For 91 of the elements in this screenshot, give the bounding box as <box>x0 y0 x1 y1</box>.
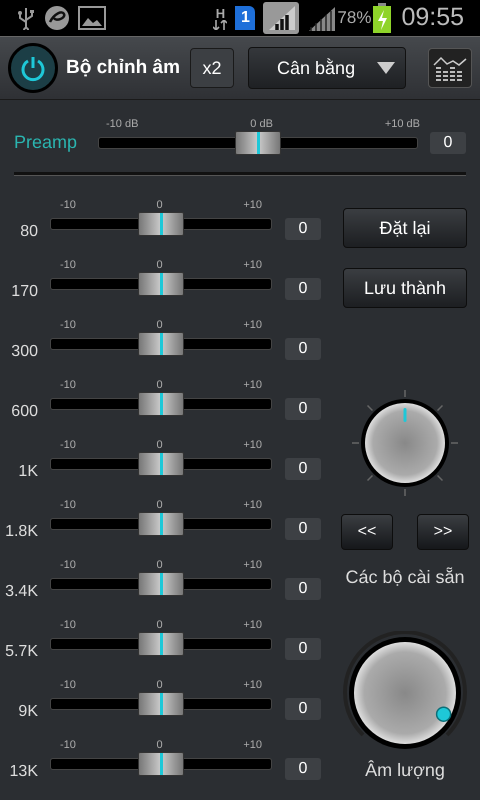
band-frequency: 1.8K <box>4 522 38 542</box>
scale-label: 0 <box>156 498 163 513</box>
scale-label: -10 <box>60 318 76 333</box>
scale-label: +10 <box>243 258 262 273</box>
slider-thumb[interactable] <box>138 452 184 476</box>
value-display: 0 <box>285 338 321 360</box>
scale-label: +10 <box>243 738 262 753</box>
preset-dropdown[interactable]: Cân bằng <box>248 47 406 89</box>
value-display: 0 <box>285 278 321 300</box>
scale-label: +10 dB <box>384 116 420 132</box>
scale-label: 0 <box>156 318 163 333</box>
preset-knob[interactable] <box>350 388 460 498</box>
signal-icon <box>263 2 300 34</box>
previous-preset-button[interactable]: << <box>341 514 393 550</box>
scale-label: 0 <box>156 198 163 213</box>
scale-label: -10 <box>60 438 76 453</box>
scale-label: -10 <box>60 378 76 393</box>
power-button[interactable] <box>8 43 58 93</box>
reset-button[interactable]: Đặt lại <box>343 208 467 248</box>
value-display: 0 <box>285 758 321 780</box>
band-frequency: 300 <box>10 342 38 362</box>
band-frequency: 5.7K <box>4 642 38 662</box>
usb-icon <box>16 6 36 30</box>
slider-thumb[interactable] <box>235 131 281 155</box>
slider-thumb[interactable] <box>138 272 184 296</box>
save-as-button[interactable]: Lưu thành <box>343 268 467 308</box>
graph-button[interactable] <box>428 48 472 88</box>
scale-label: +10 <box>243 198 262 213</box>
band-frequency: 80 <box>19 222 38 242</box>
slider-thumb[interactable] <box>138 752 184 776</box>
app-title: Bộ chỉnh âm <box>66 56 180 80</box>
scale-label: 0 <box>156 438 163 453</box>
preamp-label: Preamp <box>14 130 78 154</box>
slider-thumb[interactable] <box>138 692 184 716</box>
band-frequency: 170 <box>10 282 38 302</box>
scale-label: 0 <box>156 258 163 273</box>
scale-label: -10 <box>60 558 76 573</box>
scale-label: -10 <box>60 498 76 513</box>
clock: 09:55 <box>401 2 464 34</box>
scale-label: +10 <box>243 498 262 513</box>
value-display: 0 <box>285 638 321 660</box>
battery-percent: 78% <box>337 7 372 30</box>
band-frequency: 9K <box>17 702 38 722</box>
volume-label: Âm lượng <box>365 759 445 782</box>
scale-label: +10 <box>243 318 262 333</box>
scale-label: 0 <box>156 558 163 573</box>
sim-badge: 1 <box>235 6 256 30</box>
signal-icon <box>307 5 338 31</box>
swirl-icon <box>44 5 70 31</box>
value-display: 0 <box>430 132 466 154</box>
value-display: 0 <box>285 218 321 240</box>
scale-label: 0 <box>156 678 163 693</box>
network-type: H <box>216 6 226 20</box>
slider-thumb[interactable] <box>138 392 184 416</box>
scale-label: +10 <box>243 378 262 393</box>
scale-label: +10 <box>243 438 262 453</box>
value-display: 0 <box>285 578 321 600</box>
band-frequency: 600 <box>10 402 38 422</box>
scale-label: -10 <box>60 618 76 633</box>
scale-label: 0 dB <box>250 116 273 132</box>
data-arrows-icon <box>213 20 228 30</box>
scale-label: 0 <box>156 378 163 393</box>
battery-charging-icon <box>373 3 392 33</box>
scale-label: -10 <box>60 678 76 693</box>
scale-label: +10 <box>243 678 262 693</box>
slider-thumb[interactable] <box>138 212 184 236</box>
value-display: 0 <box>285 698 321 720</box>
value-display: 0 <box>285 458 321 480</box>
band-frequency: 3.4K <box>4 582 38 602</box>
scale-label: -10 <box>60 258 76 273</box>
scale-label: -10 <box>60 738 76 753</box>
scale-label: +10 <box>243 618 262 633</box>
scale-label: 0 <box>156 738 163 753</box>
next-preset-button[interactable]: >> <box>417 514 469 550</box>
band-frequency: 13K <box>8 762 38 782</box>
band-frequency: 1K <box>17 462 38 482</box>
scale-label: +10 <box>243 558 262 573</box>
scale-label: 0 <box>156 618 163 633</box>
multiplier-button[interactable]: x2 <box>190 48 234 88</box>
scale-label: -10 <box>60 198 76 213</box>
presets-label: Các bộ cài sẵn <box>345 566 465 589</box>
slider-thumb[interactable] <box>138 632 184 656</box>
value-display: 0 <box>285 518 321 540</box>
slider-thumb[interactable] <box>138 332 184 356</box>
slider-thumb[interactable] <box>138 572 184 596</box>
image-icon <box>78 6 106 30</box>
value-display: 0 <box>285 398 321 420</box>
power-icon <box>19 54 47 82</box>
dropdown-caret-icon <box>377 62 396 74</box>
slider-thumb[interactable] <box>138 512 184 536</box>
scale-label: -10 dB <box>106 116 138 132</box>
